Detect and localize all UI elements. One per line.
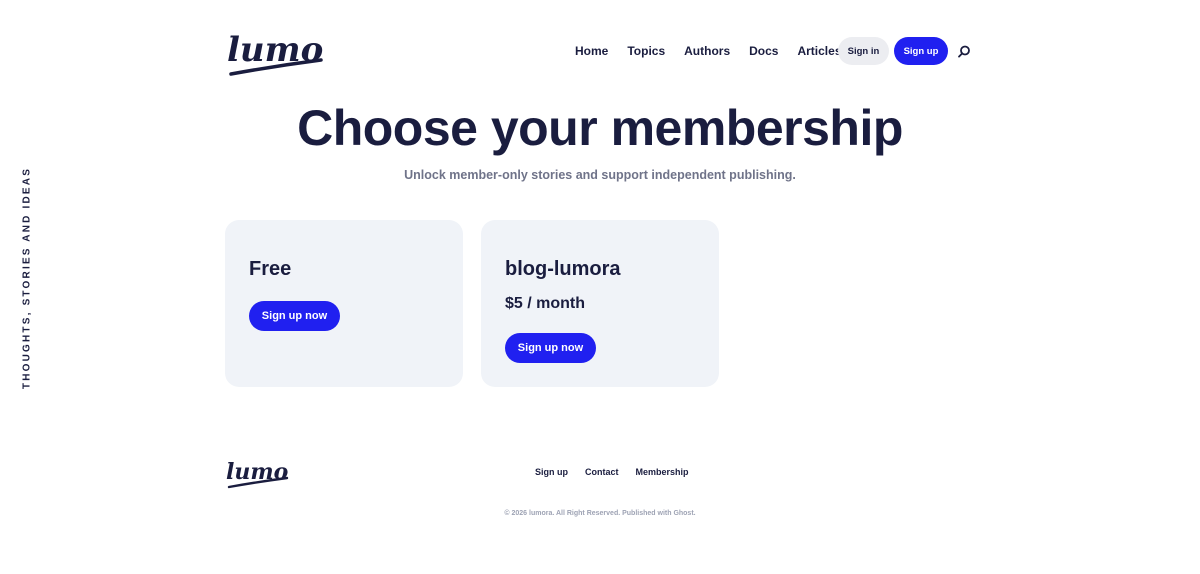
plan-free-signup-button[interactable]: Sign up now: [249, 301, 340, 331]
plan-name: blog-lumora: [505, 258, 621, 280]
search-button[interactable]: [956, 44, 972, 60]
signup-button[interactable]: Sign up: [894, 37, 948, 65]
nav-articles[interactable]: Articles: [797, 44, 841, 58]
lumora-logo-icon: lumora: [227, 30, 325, 76]
nav-authors[interactable]: Authors: [684, 44, 730, 58]
footer-link-signup[interactable]: Sign up: [535, 467, 568, 477]
footer-link-membership[interactable]: Membership: [636, 467, 689, 477]
copyright-text: © 2026 lumora. All Right Reserved. Publi…: [504, 510, 696, 517]
footer-link-contact[interactable]: Contact: [585, 467, 619, 477]
site-header: lumora Home Topics Authors Docs Articles…: [225, 30, 975, 80]
plan-card-free: Free Sign up now: [225, 220, 463, 387]
logo-wordmark: lumora: [227, 30, 325, 70]
signin-button[interactable]: Sign in: [838, 37, 889, 65]
search-icon: [958, 45, 970, 58]
main-nav: Home Topics Authors Docs Articles: [575, 44, 861, 58]
site-logo[interactable]: lumora: [225, 30, 325, 80]
plan-paid-signup-button[interactable]: Sign up now: [505, 333, 596, 363]
lumora-logo-icon: lumora: [226, 459, 314, 489]
page: THOUGHTS, STORIES AND IDEAS lumora Home …: [0, 0, 1200, 574]
footer-nav: Sign up Contact Membership: [535, 467, 706, 477]
page-title: Choose your membership: [297, 100, 903, 156]
plan-card-paid: blog-lumora $5 / month Sign up now: [481, 220, 719, 387]
plan-name: Free: [249, 258, 292, 280]
plan-price: $5 / month: [505, 295, 586, 312]
page-subtitle: Unlock member-only stories and support i…: [404, 168, 796, 182]
side-tagline: THOUGHTS, STORIES AND IDEAS: [21, 166, 33, 390]
nav-docs[interactable]: Docs: [749, 44, 778, 58]
nav-home[interactable]: Home: [575, 44, 608, 58]
nav-topics[interactable]: Topics: [627, 44, 665, 58]
footer-logo[interactable]: lumora: [225, 459, 314, 491]
